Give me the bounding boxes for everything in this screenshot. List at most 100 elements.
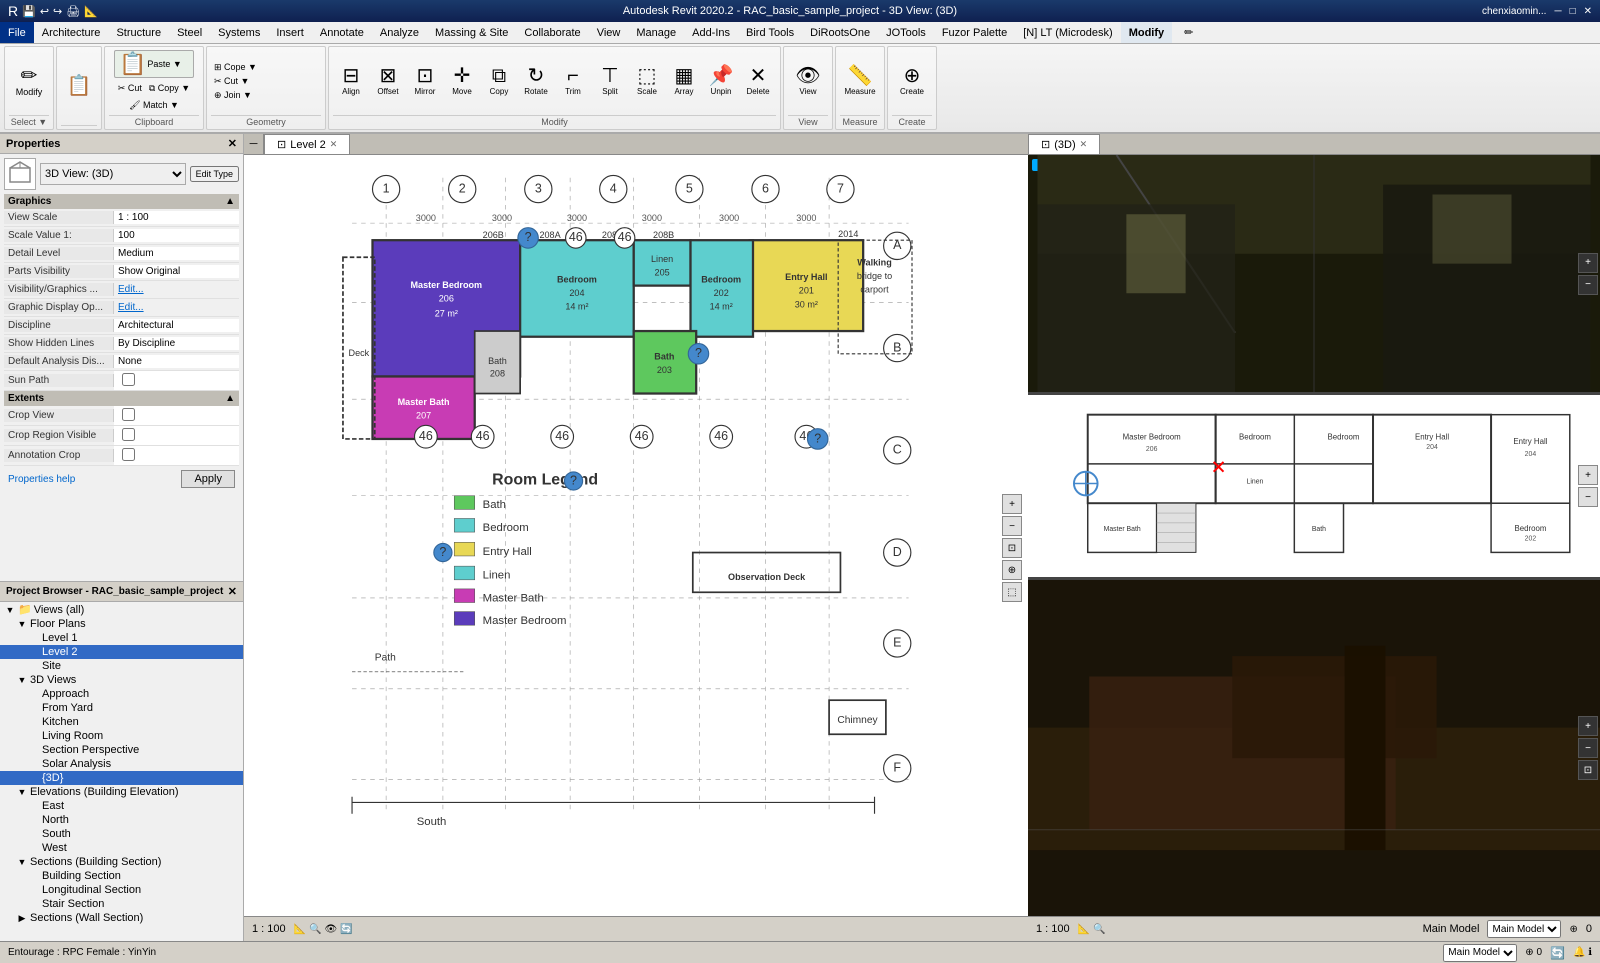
- modify-button[interactable]: ✏ Modify: [11, 64, 47, 99]
- menu-addins[interactable]: Add-Ins: [684, 22, 738, 43]
- rotate-button[interactable]: ↻ Rotate: [518, 64, 554, 98]
- window-maximize[interactable]: □: [1570, 6, 1576, 17]
- 3d-bot-zoom-in[interactable]: +: [1578, 716, 1598, 736]
- join-button[interactable]: ⊕ Join ▼: [211, 89, 255, 102]
- menu-structure[interactable]: Structure: [108, 22, 169, 43]
- tree-elevations[interactable]: ▼ Elevations (Building Elevation): [0, 785, 243, 799]
- tree-west[interactable]: West: [0, 841, 243, 855]
- menu-systems[interactable]: Systems: [210, 22, 268, 43]
- tree-site[interactable]: Site: [0, 659, 243, 673]
- tree-level2[interactable]: Level 2: [0, 645, 243, 659]
- tree-kitchen[interactable]: Kitchen: [0, 715, 243, 729]
- minimize-panel-btn[interactable]: ─: [244, 134, 264, 154]
- scale-btn4[interactable]: 🔄: [340, 924, 352, 935]
- mirror-button[interactable]: ⊡ Mirror: [407, 64, 443, 98]
- measure-ribbon-button[interactable]: 📏 Measure: [840, 64, 879, 98]
- view-ribbon-button[interactable]: 👁 View: [790, 64, 826, 98]
- extents-collapse[interactable]: ▲: [225, 393, 235, 404]
- 3d-mid-zoom-in[interactable]: +: [1578, 465, 1598, 485]
- project-browser-close[interactable]: ✕: [228, 585, 237, 598]
- cope-button[interactable]: ⊞ Cope ▼: [211, 61, 260, 74]
- 3d-zoom-in[interactable]: +: [1578, 253, 1598, 273]
- prop-value-scalevalue[interactable]: 100: [114, 229, 239, 242]
- sunpath-checkbox[interactable]: [122, 373, 135, 386]
- floor-plan-canvas[interactable]: 1 2 3 4 5 6 7 A B: [244, 155, 1028, 916]
- tab-3d-close[interactable]: ✕: [1080, 139, 1088, 150]
- menu-fuzor[interactable]: Fuzor Palette: [934, 22, 1015, 43]
- menu-birdtools[interactable]: Bird Tools: [738, 22, 802, 43]
- unpin-button[interactable]: 📌 Unpin: [703, 64, 739, 98]
- tree-approach[interactable]: Approach: [0, 687, 243, 701]
- prop-value-discipline[interactable]: Architectural: [114, 319, 239, 332]
- prop-gdo-edit[interactable]: Edit...: [114, 301, 148, 314]
- copy-button[interactable]: ⧉ Copy ▼: [146, 82, 193, 95]
- 3d-view-top[interactable]: Temporary Hide/Isolate N S E W TOP: [1028, 155, 1600, 395]
- floor-plan-svg[interactable]: 1 2 3 4 5 6 7 A B: [244, 155, 1028, 916]
- scale-btn3[interactable]: 👁: [325, 924, 338, 935]
- quick-access-measure[interactable]: 📐: [84, 5, 98, 18]
- tree-floor-plans[interactable]: ▼ Floor Plans: [0, 617, 243, 631]
- model-selector[interactable]: Main Model: [1487, 920, 1561, 938]
- tab-level2-close[interactable]: ✕: [330, 139, 338, 150]
- 3d-mid-zoom-out[interactable]: −: [1578, 487, 1598, 507]
- steering-btn[interactable]: ⊕: [1002, 560, 1022, 580]
- tree-east[interactable]: East: [0, 799, 243, 813]
- delete-button[interactable]: ✕ Delete: [740, 64, 776, 98]
- align-button[interactable]: ⊟ Align: [333, 64, 369, 98]
- tree-wall-sections[interactable]: ▶ Sections (Wall Section): [0, 911, 243, 925]
- prop-value-viewscale[interactable]: 1 : 100: [114, 211, 239, 224]
- quick-access-undo[interactable]: ↩: [40, 5, 49, 18]
- properties-ribbon-button[interactable]: 📋: [61, 74, 97, 98]
- fit-view-btn[interactable]: ⊡: [1002, 538, 1022, 558]
- menu-architecture[interactable]: Architecture: [34, 22, 109, 43]
- offset-button[interactable]: ⊠ Offset: [370, 64, 406, 98]
- graphics-collapse[interactable]: ▲: [225, 196, 235, 207]
- tab-3d[interactable]: ⊡ (3D) ✕: [1028, 134, 1100, 154]
- window-close[interactable]: ✕: [1584, 6, 1592, 17]
- tree-sections[interactable]: ▼ Sections (Building Section): [0, 855, 243, 869]
- menu-insert[interactable]: Insert: [268, 22, 312, 43]
- window-minimize[interactable]: ─: [1554, 6, 1561, 17]
- scale-btn2[interactable]: 🔍: [309, 924, 321, 935]
- menu-collaborate[interactable]: Collaborate: [516, 22, 588, 43]
- create-ribbon-button[interactable]: ⊕ Create: [894, 64, 930, 98]
- view-cube-btn[interactable]: ⬚: [1002, 582, 1022, 602]
- menu-context[interactable]: ✏: [1176, 22, 1201, 43]
- tree-longitudinal[interactable]: Longitudinal Section: [0, 883, 243, 897]
- room-bath-203[interactable]: [634, 331, 696, 393]
- 3d-tool-2[interactable]: 🔍: [1093, 924, 1105, 935]
- apply-button[interactable]: Apply: [181, 470, 235, 488]
- 3d-tool-1[interactable]: 📐: [1078, 924, 1090, 935]
- edit-type-button[interactable]: Edit Type: [190, 166, 239, 182]
- tree-building-section[interactable]: Building Section: [0, 869, 243, 883]
- annotcrop-checkbox[interactable]: [122, 448, 135, 461]
- tree-3d[interactable]: {3D}: [0, 771, 243, 785]
- properties-close[interactable]: ✕: [228, 137, 237, 150]
- menu-lt[interactable]: [N] LT (Microdesk): [1015, 22, 1120, 43]
- scale-button[interactable]: ⬚ Scale: [629, 64, 665, 98]
- quick-access-save[interactable]: 💾: [22, 5, 36, 18]
- cropregion-checkbox[interactable]: [122, 428, 135, 441]
- menu-massing[interactable]: Massing & Site: [427, 22, 516, 43]
- quick-access-print[interactable]: 🖨: [66, 5, 80, 18]
- prop-value-analysis[interactable]: None: [114, 355, 239, 368]
- tree-section-perspective[interactable]: Section Perspective: [0, 743, 243, 757]
- 3d-tool-3[interactable]: ⊕: [1569, 924, 1577, 935]
- tree-south[interactable]: South: [0, 827, 243, 841]
- trim-button[interactable]: ⌐ Trim: [555, 64, 591, 98]
- tree-3d-views[interactable]: ▼ 3D Views: [0, 673, 243, 687]
- expand-elevations[interactable]: ▼: [16, 787, 28, 797]
- 3d-zoom-out[interactable]: −: [1578, 275, 1598, 295]
- tree-level1[interactable]: Level 1: [0, 631, 243, 645]
- view-content[interactable]: 1 2 3 4 5 6 7 A B: [244, 155, 1028, 941]
- tree-stair-section[interactable]: Stair Section: [0, 897, 243, 911]
- 3d-view-middle[interactable]: Master Bedroom 206 Bedroom Bedroom Entry…: [1028, 395, 1600, 580]
- prop-value-hidden[interactable]: By Discipline: [114, 337, 239, 350]
- menu-annotate[interactable]: Annotate: [312, 22, 372, 43]
- properties-help-link[interactable]: Properties help: [8, 474, 75, 485]
- 3d-bot-fit[interactable]: ⊡: [1578, 760, 1598, 780]
- expand-views[interactable]: ▼: [4, 605, 16, 615]
- expand-floor-plans[interactable]: ▼: [16, 619, 28, 629]
- menu-modify[interactable]: Modify: [1121, 22, 1172, 43]
- tree-views-all[interactable]: ▼ 📁 Views (all): [0, 602, 243, 617]
